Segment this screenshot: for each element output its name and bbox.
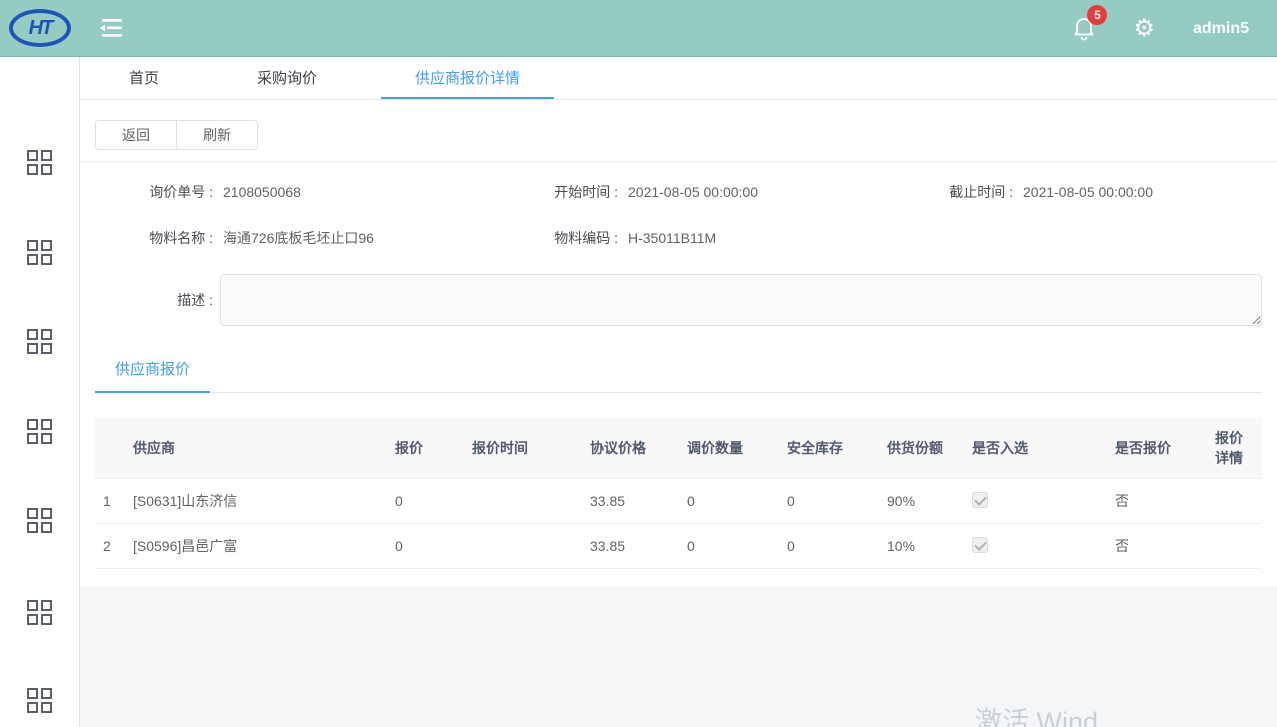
col-safety-stock: 安全库存 xyxy=(779,418,879,479)
material-name-label: 物料名称 : xyxy=(95,228,213,248)
col-quote-detail: 报价详情 xyxy=(1207,418,1262,479)
field-material-code: 物料编码 : H-35011B11M xyxy=(500,228,895,248)
safety-stock-cell: 0 xyxy=(779,524,879,569)
selected-cell xyxy=(964,479,1107,524)
sidebar-menu-icon-3[interactable] xyxy=(27,329,53,355)
windows-activation-watermark: 激活 Wind xyxy=(975,700,1098,727)
material-code-value: H-35011B11M xyxy=(628,230,716,246)
tab-procurement-inquiry[interactable]: 采购询价 xyxy=(223,57,351,99)
table-row[interactable]: 1 [S0631]山东济信 0 33.85 0 0 90% 否 xyxy=(95,479,1262,524)
back-button[interactable]: 返回 xyxy=(95,120,177,150)
row-index: 1 xyxy=(95,479,125,524)
supply-share-cell: 10% xyxy=(879,524,964,569)
start-time-value: 2021-08-05 00:00:00 xyxy=(628,184,758,200)
selected-checkbox[interactable] xyxy=(972,492,988,508)
start-time-label: 开始时间 : xyxy=(500,182,618,202)
inquiry-form: 询价单号 : 2108050068 开始时间 : 2021-08-05 00:0… xyxy=(95,182,1262,326)
sidebar xyxy=(0,57,80,727)
table-row[interactable]: 2 [S0596]昌邑广富 0 33.85 0 0 10% 否 xyxy=(95,524,1262,569)
topbar-right: 5 ⚙ admin5 xyxy=(1073,0,1277,57)
quote-detail-cell xyxy=(1207,524,1262,569)
col-supply-share: 供货份额 xyxy=(879,418,964,479)
notification-badge: 5 xyxy=(1087,5,1107,25)
col-selected: 是否入选 xyxy=(964,418,1107,479)
sidebar-fold-icon[interactable] xyxy=(98,17,122,39)
safety-stock-cell: 0 xyxy=(779,479,879,524)
adjust-qty-cell: 0 xyxy=(679,479,779,524)
col-index xyxy=(95,418,125,479)
content-panel: 返回 刷新 询价单号 : 2108050068 开始时间 : 2021-08-0… xyxy=(80,100,1277,587)
settings-gear-icon[interactable]: ⚙ xyxy=(1133,17,1155,41)
agreement-price-cell: 33.85 xyxy=(582,524,679,569)
adjust-qty-cell: 0 xyxy=(679,524,779,569)
supplier-cell: [S0631]山东济信 xyxy=(125,479,387,524)
toolbar: 返回 刷新 xyxy=(95,120,258,150)
col-adjust-qty: 调价数量 xyxy=(679,418,779,479)
tab-supplier-quote-details[interactable]: 供应商报价详情 xyxy=(381,57,554,99)
selected-cell xyxy=(964,524,1107,569)
logo-ellipse-icon: HT xyxy=(9,9,71,47)
material-name-value: 海通726底板毛坯止口96 xyxy=(223,228,374,248)
field-deadline: 截止时间 : 2021-08-05 00:00:00 xyxy=(895,182,1262,202)
background-area: 激活 Wind xyxy=(80,587,1277,727)
sidebar-menu-icon-4[interactable] xyxy=(27,419,53,445)
user-menu[interactable]: admin5 xyxy=(1193,20,1249,38)
field-start-time: 开始时间 : 2021-08-05 00:00:00 xyxy=(500,182,895,202)
field-material-name: 物料名称 : 海通726底板毛坯止口96 xyxy=(95,228,500,248)
col-quote: 报价 xyxy=(387,418,464,479)
description-textarea[interactable] xyxy=(220,274,1262,326)
logo-text: HT xyxy=(29,17,52,40)
quoted-cell: 否 xyxy=(1107,524,1207,569)
supplier-quotes-table: 供应商 报价 报价时间 协议价格 调价数量 安全库存 供货份额 是否入选 是否报… xyxy=(95,418,1262,569)
quoted-cell: 否 xyxy=(1107,479,1207,524)
sidebar-menu-icon-2[interactable] xyxy=(27,240,53,266)
material-code-label: 物料编码 : xyxy=(500,228,618,248)
table-header: 供应商 报价 报价时间 协议价格 调价数量 安全库存 供货份额 是否入选 是否报… xyxy=(95,418,1262,479)
refresh-button[interactable]: 刷新 xyxy=(177,120,258,150)
sidebar-menu-icon-5[interactable] xyxy=(27,508,53,534)
tab-home[interactable]: 首页 xyxy=(95,57,193,99)
col-quote-time: 报价时间 xyxy=(464,418,582,479)
quote-detail-cell xyxy=(1207,479,1262,524)
row-index: 2 xyxy=(95,524,125,569)
section-tabbar: 供应商报价 xyxy=(95,348,1262,393)
sidebar-menu-icon-7[interactable] xyxy=(27,688,53,714)
page-tabbar: 首页 采购询价 供应商报价详情 xyxy=(80,57,1277,100)
quote-time-cell xyxy=(464,479,582,524)
sidebar-menu-icon-1[interactable] xyxy=(27,150,53,176)
supplier-cell: [S0596]昌邑广富 xyxy=(125,524,387,569)
field-description: 描述 : xyxy=(95,274,1262,326)
main-area: 首页 采购询价 供应商报价详情 返回 刷新 询价单号 : 2108050068 … xyxy=(80,57,1277,727)
sidebar-menu-icon-6[interactable] xyxy=(27,600,53,626)
quote-cell: 0 xyxy=(387,524,464,569)
tab-supplier-quotes[interactable]: 供应商报价 xyxy=(95,348,210,393)
toolbar-divider xyxy=(80,161,1277,162)
deadline-label: 截止时间 : xyxy=(895,182,1013,202)
col-agreement-price: 协议价格 xyxy=(582,418,679,479)
deadline-value: 2021-08-05 00:00:00 xyxy=(1023,184,1153,200)
quote-time-cell xyxy=(464,524,582,569)
notification-bell-icon[interactable]: 5 xyxy=(1073,17,1095,41)
quote-cell: 0 xyxy=(387,479,464,524)
col-quoted: 是否报价 xyxy=(1107,418,1207,479)
inquiry-number-label: 询价单号 : xyxy=(95,182,213,202)
supply-share-cell: 90% xyxy=(879,479,964,524)
inquiry-number-value: 2108050068 xyxy=(223,184,301,200)
topbar: HT 5 ⚙ admin5 xyxy=(0,0,1277,57)
agreement-price-cell: 33.85 xyxy=(582,479,679,524)
app-logo: HT xyxy=(0,9,80,47)
field-inquiry-number: 询价单号 : 2108050068 xyxy=(95,182,500,202)
description-label: 描述 : xyxy=(95,274,213,326)
col-supplier: 供应商 xyxy=(125,418,387,479)
selected-checkbox[interactable] xyxy=(972,537,988,553)
